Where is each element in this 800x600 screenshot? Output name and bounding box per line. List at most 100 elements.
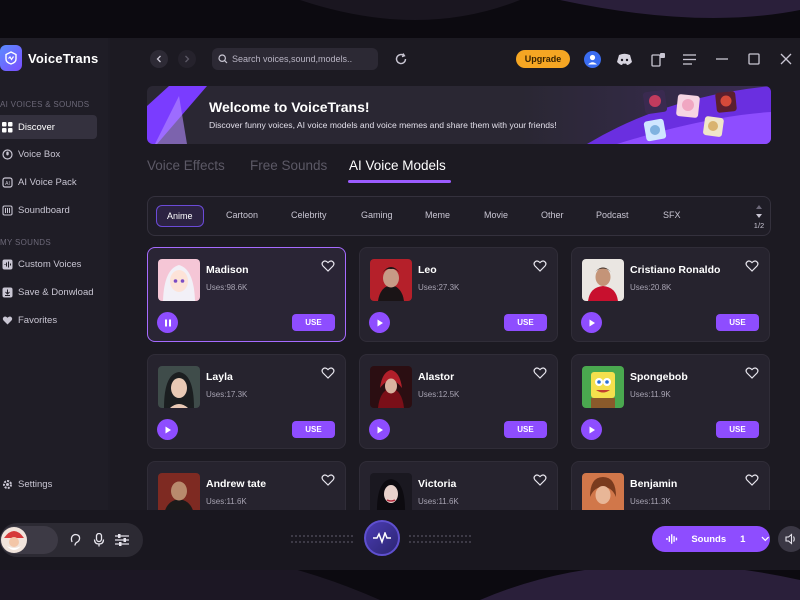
favorite-heart-icon[interactable] [745,259,759,273]
category-meme[interactable]: Meme [425,210,450,220]
favorite-heart-icon[interactable] [745,366,759,380]
category-other[interactable]: Other [541,210,564,220]
pause-button[interactable] [157,312,178,333]
play-button[interactable] [369,419,390,440]
play-button[interactable] [581,419,602,440]
category-podcast[interactable]: Podcast [596,210,629,220]
category-cartoon[interactable]: Cartoon [226,210,258,220]
use-button[interactable]: USE [504,421,547,438]
sidebar-item-ai-voice-pack[interactable]: AI AI Voice Pack [0,170,97,194]
tab-free-sounds[interactable]: Free Sounds [250,158,327,173]
voice-card-layla[interactable]: Layla Uses:17.3K USE [147,354,346,449]
use-button[interactable]: USE [292,421,335,438]
welcome-banner[interactable]: Welcome to VoiceTrans! Discover funny vo… [147,86,771,144]
favorite-heart-icon[interactable] [533,259,547,273]
voice-card-benjamin[interactable]: Benjamin Uses:11.3K [571,461,770,510]
sidebar-item-soundboard[interactable]: Soundboard [0,198,97,222]
account-button[interactable] [583,50,601,68]
sidebar-item-label: Save & Donwload [18,286,94,298]
chevron-left-icon [156,55,161,63]
upgrade-button[interactable]: Upgrade [516,50,570,68]
favorite-heart-icon[interactable] [533,366,547,380]
close-button[interactable] [777,50,795,68]
app-window: VoiceTrans AI VOICES & SOUNDS Discover V… [0,38,800,570]
sidebar-item-discover[interactable]: Discover [0,115,97,139]
sidebar-item-save-download[interactable]: Save & Donwload [0,280,97,304]
play-icon [589,426,595,433]
sidebar-item-voice-box[interactable]: Voice Box [0,142,97,166]
refresh-button[interactable] [392,50,410,68]
play-icon [165,426,171,433]
maximize-button[interactable] [745,50,763,68]
use-button[interactable]: USE [716,421,759,438]
forward-button[interactable] [178,50,196,68]
back-button[interactable] [150,50,168,68]
favorite-heart-icon[interactable] [321,366,335,380]
play-button[interactable] [369,312,390,333]
voice-card-andrew-tate[interactable]: Andrew tate Uses:11.6K [147,461,346,510]
category-celebrity[interactable]: Celebrity [291,210,327,220]
voice-card-spongebob[interactable]: Spongebob Uses:11.9K USE [571,354,770,449]
user-avatar-icon [583,50,601,68]
avatar [370,473,412,510]
favorite-heart-icon[interactable] [745,473,759,487]
category-movie[interactable]: Movie [484,210,508,220]
discord-icon [616,53,632,65]
wave-icon [1,258,13,270]
microphone-icon[interactable] [93,533,105,547]
voice-name: Andrew tate [206,478,267,490]
favorite-heart-icon[interactable] [321,259,335,273]
use-button[interactable]: USE [716,314,759,331]
voice-changer-toggle-button[interactable] [364,520,400,556]
tab-ai-voice-models[interactable]: AI Voice Models [349,158,446,173]
voice-uses: Uses:17.3K [206,390,248,399]
sidebar-item-settings[interactable]: Settings [0,472,97,496]
voice-name: Madison [206,264,249,276]
sidebar-item-custom-voices[interactable]: Custom Voices [0,252,97,276]
category-sfx[interactable]: SFX [663,210,681,220]
menu-button[interactable] [680,50,698,68]
tab-voice-effects[interactable]: Voice Effects [147,158,225,173]
play-button[interactable] [581,312,602,333]
play-button[interactable] [157,419,178,440]
discord-button[interactable] [615,50,633,68]
favorite-heart-icon[interactable] [321,473,335,487]
voice-uses: Uses:98.6K [206,283,248,292]
avatar [158,259,200,301]
use-button[interactable]: USE [292,314,335,331]
avatar [370,366,412,408]
voice-card-cristiano-ronaldo[interactable]: Cristiano Ronaldo Uses:20.8K USE [571,247,770,342]
share-button[interactable] [649,50,667,68]
sidebar-item-label: Settings [18,478,53,490]
voice-card-madison[interactable]: Madison Uses:98.6K USE [147,247,346,342]
voice-name: Alastor [418,371,455,383]
voice-card-leo[interactable]: Leo Uses:27.3K USE [359,247,558,342]
voice-uses: Uses:27.3K [418,283,460,292]
sounds-button[interactable]: Sounds 1 [652,526,770,552]
section-my-sounds: MY SOUNDS [0,238,52,247]
search-input[interactable] [232,54,372,64]
sidebar-item-label: Soundboard [18,204,70,216]
minimize-button[interactable] [713,50,731,68]
heart-icon [1,314,13,326]
search-box[interactable] [212,48,378,70]
voice-card-victoria[interactable]: Victoria Uses:11.6K [359,461,558,510]
banner-art [147,86,771,144]
voice-card-alastor[interactable]: Alastor Uses:12.5K USE [359,354,558,449]
voice-name: Spongebob [630,371,688,383]
sidebar-item-favorites[interactable]: Favorites [0,308,97,332]
favorite-heart-icon[interactable] [533,473,547,487]
caret-down-icon [756,214,762,218]
category-pager[interactable]: 1/2 [751,203,767,230]
voice-avatar-toggle[interactable] [0,526,58,554]
category-gaming[interactable]: Gaming [361,210,393,220]
voice-name: Benjamin [630,478,678,490]
ear-icon[interactable] [69,533,81,547]
avatar [582,473,624,510]
sound-wave-icon [666,534,678,544]
category-anime[interactable]: Anime [156,205,204,227]
equalizer-icon[interactable] [115,533,129,547]
volume-button[interactable] [778,526,800,552]
use-button[interactable]: USE [504,314,547,331]
voicetrans-logo-icon [0,45,22,71]
